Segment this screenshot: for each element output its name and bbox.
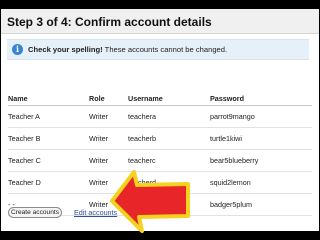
table-row: Teacher A Writer teachera parrot9mango	[8, 105, 312, 128]
cell-password: badger5plum	[210, 193, 312, 216]
cell-password: squid2lemon	[210, 171, 312, 194]
cell-password: turtle1kiwi	[210, 127, 312, 150]
cell-role: Writer	[89, 127, 128, 150]
cell-password: parrot9mango	[210, 105, 312, 128]
cell-password: bear5blueberry	[210, 149, 312, 172]
cell-username: teachera	[128, 105, 210, 128]
column-header-name: Name	[8, 91, 89, 106]
notice-strong: Check your spelling!	[28, 45, 103, 54]
pointer-arrow-icon	[110, 170, 190, 233]
cell-name: Teacher D	[8, 171, 89, 194]
info-icon: i	[12, 44, 23, 55]
cell-name: Teacher B	[8, 127, 89, 150]
column-header-role: Role	[89, 91, 128, 106]
cell-name: Teacher A	[8, 105, 89, 128]
notice-text: Check your spelling! These accounts cann…	[28, 45, 227, 54]
table-header-row: Name Role Username Password	[8, 91, 312, 106]
notice-message: These accounts cannot be changed.	[102, 45, 228, 54]
spelling-notice: i Check your spelling! These accounts ca…	[7, 39, 309, 60]
cell-name: Teacher C	[8, 149, 89, 172]
column-header-password: Password	[210, 91, 312, 106]
page-title: Step 3 of 4: Confirm account details	[7, 15, 212, 29]
title-bar: Step 3 of 4: Confirm account details	[1, 9, 319, 34]
cell-username: teacherb	[128, 127, 210, 150]
column-header-username: Username	[128, 91, 210, 106]
cell-role: Writer	[89, 105, 128, 128]
arrow-shape	[110, 170, 190, 233]
table-row: Teacher B Writer teacherb turtle1kiwi	[8, 127, 312, 150]
create-accounts-button[interactable]: Create accounts	[8, 207, 62, 218]
